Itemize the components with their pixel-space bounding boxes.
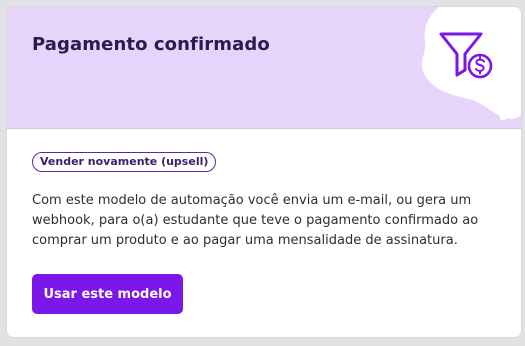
card-title: Pagamento confirmado (32, 34, 270, 55)
funnel-dollar-icon (439, 32, 493, 79)
card-body: Vender novamente (upsell) Com este model… (7, 129, 521, 337)
card-header: Pagamento confirmado (7, 7, 521, 129)
automation-template-card: Pagamento confirmado Vender novamente (u… (7, 7, 521, 337)
category-badge: Vender novamente (upsell) (32, 152, 217, 172)
card-description: Com este modelo de automação você envia … (32, 193, 479, 248)
use-template-button[interactable]: Usar este modelo (32, 274, 183, 314)
